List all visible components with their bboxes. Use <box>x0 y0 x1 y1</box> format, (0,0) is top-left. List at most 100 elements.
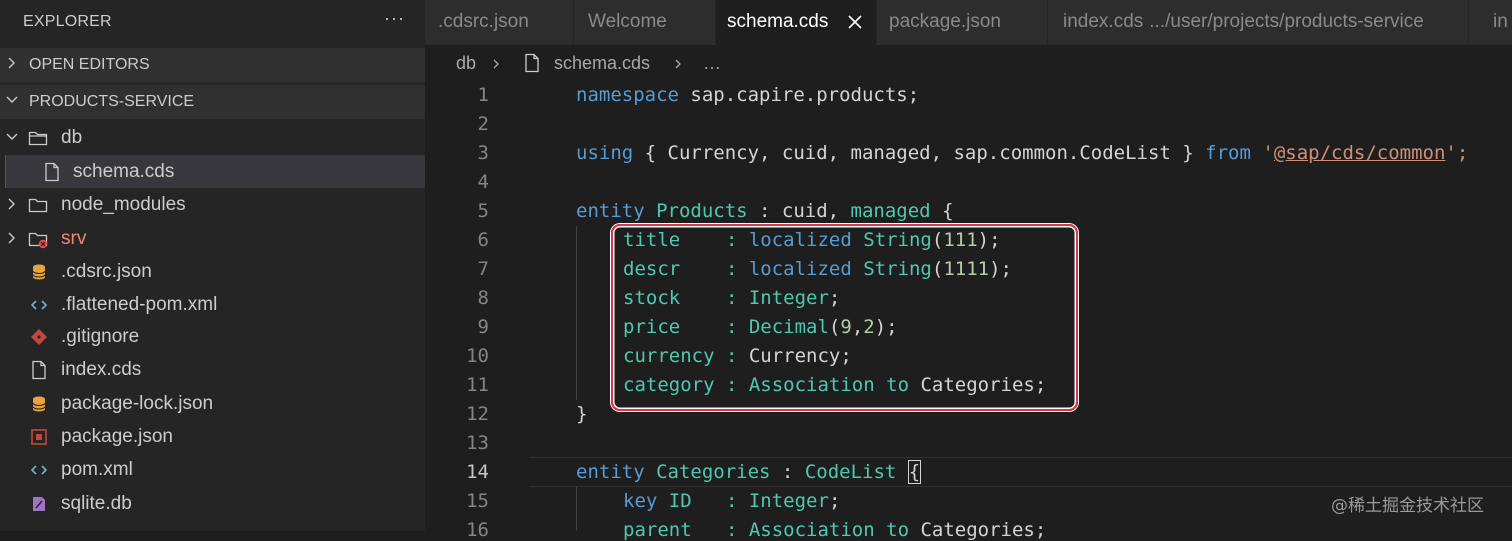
chevron-down-icon <box>6 96 18 103</box>
tab-label: in <box>1493 11 1508 32</box>
tab-package-json[interactable]: package.json <box>877 0 1048 45</box>
tree-item-sqlite-db[interactable]: sqlite.db <box>0 487 425 520</box>
line-number: 12 <box>466 403 489 425</box>
tree-item-label: node_modules <box>61 194 186 215</box>
folder-open-icon <box>28 131 48 146</box>
chevron-right-icon <box>8 198 15 210</box>
line-number: 15 <box>466 490 489 512</box>
tree-item-label: .cdsrc.json <box>61 261 152 282</box>
npm-icon <box>31 429 47 445</box>
line-number: 11 <box>466 374 489 396</box>
tree-item-srv[interactable]: srv <box>0 222 425 255</box>
tree-item-package-json[interactable]: package.json <box>0 420 425 453</box>
chevron-right-icon <box>493 59 499 69</box>
line-number: 7 <box>477 258 489 280</box>
editor-tabs: .cdsrc.json Welcome schema.cds package.j… <box>425 0 1512 45</box>
tree-item-index-cds[interactable]: index.cds <box>0 353 425 386</box>
tab-index-cds[interactable]: index.cds .../user/projects/products-serv… <box>1048 0 1469 45</box>
tree-item-schema-cds[interactable]: schema.cds <box>6 155 425 188</box>
database-icon <box>32 396 46 412</box>
import-path-link[interactable]: @sap/cds/common <box>1274 142 1446 164</box>
indent-guide <box>576 226 577 400</box>
annotation-highlight-box <box>611 224 1078 411</box>
tab-cdsrc-json[interactable]: .cdsrc.json <box>425 0 574 45</box>
file-icon <box>32 360 46 380</box>
code-line-16: parent : Association to Categories; <box>623 519 1047 541</box>
explorer-sidebar: EXPLORER ··· OPEN EDITORS PRODUCTS-SERVI… <box>0 0 425 531</box>
code-icon <box>30 465 48 475</box>
code-line-15: key ID : Integer; <box>623 490 841 512</box>
line-number: 4 <box>477 171 489 193</box>
breadcrumb-item-schema[interactable]: schema.cds <box>554 53 650 74</box>
code-line-1: namespace sap.capire.products; <box>576 84 920 106</box>
git-icon <box>31 329 47 345</box>
chevron-right-icon <box>8 57 15 69</box>
tree-item-label: pom.xml <box>61 459 133 480</box>
tab-welcome[interactable]: Welcome <box>574 0 716 45</box>
tab-label: package.json <box>889 11 1001 32</box>
tree-item-label: .gitignore <box>61 326 140 347</box>
explorer-title: EXPLORER <box>23 13 112 30</box>
watermark: @稀土掘金技术社区 <box>1331 496 1484 516</box>
chevron-right-icon <box>675 59 681 69</box>
line-number: 13 <box>466 432 489 454</box>
tree-item-label: index.cds <box>61 359 142 380</box>
tab-label: Welcome <box>588 11 667 32</box>
tree-item-label: package-lock.json <box>61 393 214 414</box>
line-number: 1 <box>477 84 489 106</box>
folder-error-icon <box>28 232 48 249</box>
explorer-header: EXPLORER ··· <box>0 0 425 48</box>
tree-item-gitignore[interactable]: .gitignore <box>0 320 425 353</box>
tab-description: .../user/projects/products-service <box>1149 11 1424 32</box>
tree-item-label: .flattened-pom.xml <box>61 294 218 315</box>
database-icon <box>32 264 46 280</box>
line-number: 8 <box>477 287 489 309</box>
tree-item-node-modules[interactable]: node_modules <box>0 188 425 221</box>
sqlite-icon <box>33 497 45 511</box>
line-number: 3 <box>477 142 489 164</box>
code-icon <box>30 300 48 310</box>
line-number: 10 <box>466 345 489 367</box>
breadcrumb-item-more[interactable]: … <box>703 53 721 74</box>
tree-item-package-lock[interactable]: package-lock.json <box>0 387 425 420</box>
text-cursor: { <box>907 460 922 484</box>
line-number: 6 <box>477 229 489 251</box>
tree-item-cdsrc-json[interactable]: .cdsrc.json <box>0 255 425 288</box>
tab-overflow[interactable]: in <box>1469 0 1512 45</box>
section-products-service[interactable]: PRODUCTS-SERVICE <box>0 85 425 119</box>
line-number: 9 <box>477 316 489 338</box>
tree-item-label: package.json <box>61 426 173 447</box>
file-icon <box>45 162 59 182</box>
tree-item-flattened-pom[interactable]: .flattened-pom.xml <box>0 288 425 321</box>
more-actions-icon[interactable]: ··· <box>384 8 405 29</box>
tree-item-label: db <box>61 127 83 148</box>
line-number: 2 <box>477 113 489 135</box>
folder-icon <box>28 198 48 213</box>
chevron-down-icon <box>6 133 18 140</box>
close-icon[interactable] <box>846 13 864 31</box>
tab-label-name: index.cds <box>1063 11 1144 32</box>
line-number: 5 <box>477 200 489 222</box>
tree-item-label: srv <box>61 228 87 249</box>
tab-label: schema.cds <box>727 11 829 32</box>
tree-item-label: schema.cds <box>73 161 175 182</box>
section-open-editors[interactable]: OPEN EDITORS <box>0 48 425 82</box>
tree-item-db[interactable]: db <box>0 121 425 154</box>
tree-item-pom-xml[interactable]: pom.xml <box>0 453 425 486</box>
chevron-right-icon <box>8 232 15 244</box>
indent-guide <box>576 487 577 531</box>
file-icon <box>525 53 539 73</box>
breadcrumb: db schema.cds … <box>425 45 1512 81</box>
code-line-5: entity Products : cuid, managed { <box>576 200 954 222</box>
code-line-12: } <box>576 403 588 425</box>
tree-item-label: sqlite.db <box>61 493 132 514</box>
section-label: OPEN EDITORS <box>29 56 150 73</box>
line-number-current: 14 <box>466 461 489 483</box>
tab-schema-cds[interactable]: schema.cds <box>716 0 877 45</box>
code-line-3: using { Currency, cuid, managed, sap.com… <box>576 142 1469 164</box>
line-number: 16 <box>466 519 489 541</box>
section-label: PRODUCTS-SERVICE <box>29 93 195 110</box>
tab-label: .cdsrc.json <box>438 11 529 32</box>
breadcrumb-item-db[interactable]: db <box>456 53 476 74</box>
tab-label: index.cds .../user/projects/products-serv… <box>1063 11 1424 33</box>
